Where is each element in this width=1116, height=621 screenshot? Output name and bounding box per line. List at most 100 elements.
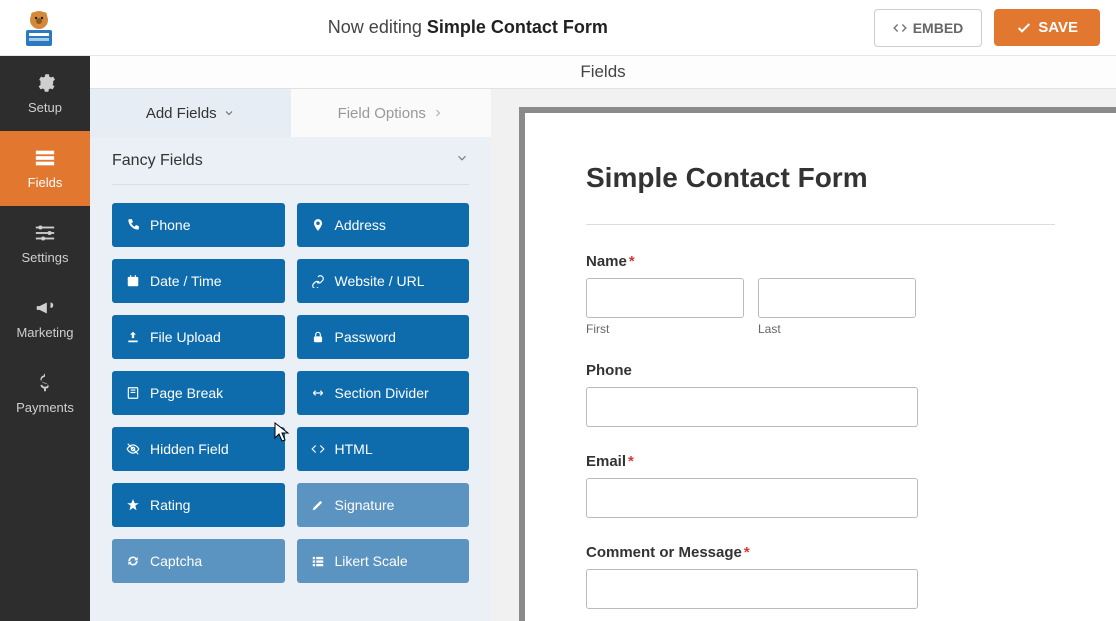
field-button-label: Rating bbox=[150, 497, 190, 513]
form-card: Simple Contact Form Name* First bbox=[525, 113, 1116, 621]
dollar-icon bbox=[34, 372, 56, 394]
nav-setup-label: Setup bbox=[28, 100, 62, 115]
save-label: SAVE bbox=[1038, 19, 1078, 36]
field-button-address[interactable]: Address bbox=[297, 203, 470, 247]
field-grid: Phone Address Date / Time Website / URL File… bbox=[90, 203, 491, 603]
nav-fields[interactable]: Fields bbox=[0, 131, 90, 206]
chevron-right-icon bbox=[432, 107, 444, 119]
nav-marketing-label: Marketing bbox=[16, 325, 73, 340]
field-button-label: Password bbox=[335, 329, 396, 345]
star-icon bbox=[126, 498, 140, 512]
email-label: Email* bbox=[586, 453, 1055, 470]
accordion-fancy-fields[interactable]: Fancy Fields bbox=[90, 137, 491, 184]
email-input[interactable] bbox=[586, 478, 918, 518]
field-button-label: Likert Scale bbox=[335, 553, 408, 569]
top-bar: Now editing Simple Contact Form EMBED SA… bbox=[0, 0, 1116, 56]
lock-icon bbox=[311, 330, 325, 344]
tab-add-fields[interactable]: Add Fields bbox=[90, 89, 291, 137]
field-button-signature: Signature bbox=[297, 483, 470, 527]
field-button-label: Hidden Field bbox=[150, 441, 229, 457]
first-name-input[interactable] bbox=[586, 278, 744, 318]
form-name-title: Simple Contact Form bbox=[427, 17, 608, 37]
form-canvas: Simple Contact Form Name* First bbox=[491, 89, 1116, 621]
first-sublabel: First bbox=[586, 322, 744, 336]
field-button-captcha: Captcha bbox=[112, 539, 285, 583]
field-button-html[interactable]: HTML bbox=[297, 427, 470, 471]
required-marker: * bbox=[744, 544, 750, 561]
name-label: Name* bbox=[586, 253, 1055, 270]
field-name[interactable]: Name* First Last bbox=[586, 253, 1055, 336]
panel-body[interactable]: Add Fields Field Options Fancy Fields bbox=[90, 89, 491, 621]
phone-label: Phone bbox=[586, 362, 1055, 379]
field-button-label: Address bbox=[335, 217, 386, 233]
chevron-down-icon bbox=[223, 107, 235, 119]
pencil-icon bbox=[311, 498, 325, 512]
accordion-title: Fancy Fields bbox=[112, 152, 203, 170]
required-marker: * bbox=[628, 453, 634, 470]
map-pin-icon bbox=[311, 218, 325, 232]
editing-title: Now editing Simple Contact Form bbox=[62, 17, 874, 38]
tab-add-label: Add Fields bbox=[146, 105, 217, 122]
field-email[interactable]: Email* bbox=[586, 453, 1055, 518]
canvas-area[interactable]: Simple Contact Form Name* First bbox=[491, 89, 1116, 621]
field-button-likert-scale: Likert Scale bbox=[297, 539, 470, 583]
link-icon bbox=[311, 274, 325, 288]
fields-icon bbox=[34, 147, 56, 169]
nav-settings-label: Settings bbox=[22, 250, 69, 265]
field-button-label: HTML bbox=[335, 441, 373, 457]
comment-input[interactable] bbox=[586, 569, 918, 609]
save-button[interactable]: SAVE bbox=[994, 9, 1100, 46]
sliders-icon bbox=[34, 222, 56, 244]
form-title: Simple Contact Form bbox=[586, 162, 1055, 194]
code-icon bbox=[893, 21, 907, 35]
bullhorn-icon bbox=[34, 297, 56, 319]
left-nav: Setup Fields Settings Marketing Payments bbox=[0, 56, 90, 621]
field-button-rating[interactable]: Rating bbox=[112, 483, 285, 527]
nav-payments[interactable]: Payments bbox=[0, 356, 90, 431]
field-button-label: Phone bbox=[150, 217, 190, 233]
editing-prefix: Now editing bbox=[328, 17, 422, 37]
panel-header-label: Fields bbox=[580, 62, 625, 82]
tab-field-options[interactable]: Field Options bbox=[291, 89, 492, 137]
divider bbox=[112, 184, 469, 185]
required-marker: * bbox=[629, 253, 635, 270]
field-button-label: File Upload bbox=[150, 329, 221, 345]
phone-input[interactable] bbox=[586, 387, 918, 427]
field-comment[interactable]: Comment or Message* bbox=[586, 544, 1055, 609]
nav-marketing[interactable]: Marketing bbox=[0, 281, 90, 356]
divider bbox=[586, 224, 1055, 225]
field-button-date-time[interactable]: Date / Time bbox=[112, 259, 285, 303]
field-button-label: Page Break bbox=[150, 385, 223, 401]
panel-header: Fields bbox=[90, 56, 1116, 89]
code-icon bbox=[311, 442, 325, 456]
field-button-label: Section Divider bbox=[335, 385, 429, 401]
page-break-icon bbox=[126, 386, 140, 400]
field-button-website-url[interactable]: Website / URL bbox=[297, 259, 470, 303]
field-button-file-upload[interactable]: File Upload bbox=[112, 315, 285, 359]
field-button-label: Website / URL bbox=[335, 273, 425, 289]
field-button-section-divider[interactable]: Section Divider bbox=[297, 371, 470, 415]
calendar-icon bbox=[126, 274, 140, 288]
field-button-password[interactable]: Password bbox=[297, 315, 470, 359]
tab-options-label: Field Options bbox=[338, 105, 426, 122]
nav-settings[interactable]: Settings bbox=[0, 206, 90, 281]
embed-button[interactable]: EMBED bbox=[874, 9, 983, 47]
arrows-h-icon bbox=[311, 386, 325, 400]
field-button-label: Captcha bbox=[150, 553, 202, 569]
app-logo bbox=[16, 8, 62, 48]
field-phone[interactable]: Phone bbox=[586, 362, 1055, 427]
comment-label: Comment or Message* bbox=[586, 544, 1055, 561]
refresh-icon bbox=[126, 554, 140, 568]
upload-icon bbox=[126, 330, 140, 344]
nav-fields-label: Fields bbox=[28, 175, 63, 190]
last-name-input[interactable] bbox=[758, 278, 916, 318]
embed-label: EMBED bbox=[913, 20, 964, 36]
field-button-label: Signature bbox=[335, 497, 395, 513]
field-button-hidden-field[interactable]: Hidden Field bbox=[112, 427, 285, 471]
list-icon bbox=[311, 554, 325, 568]
nav-setup[interactable]: Setup bbox=[0, 56, 90, 131]
field-button-phone[interactable]: Phone bbox=[112, 203, 285, 247]
field-button-page-break[interactable]: Page Break bbox=[112, 371, 285, 415]
last-sublabel: Last bbox=[758, 322, 916, 336]
field-button-label: Date / Time bbox=[150, 273, 222, 289]
